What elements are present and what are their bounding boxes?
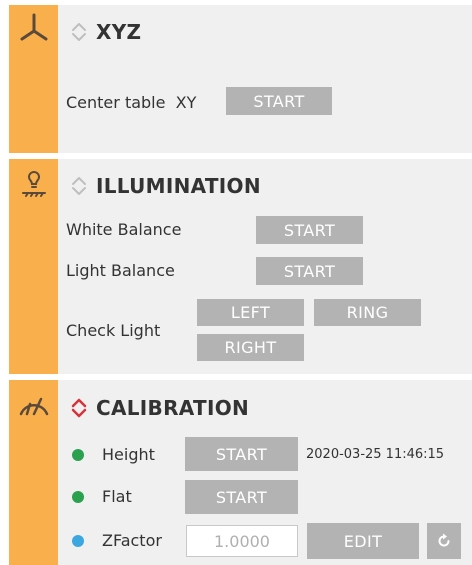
xyz-panel: XYZ Center table XY START [9,5,472,153]
chevron-up-down-icon[interactable] [68,174,90,198]
illumination-panel: ILLUMINATION White Balance START Light B… [9,159,472,374]
height-label: Height [102,445,155,464]
white-balance-label: White Balance [66,220,182,239]
check-light-ring-button[interactable]: RING [314,299,421,326]
lamp-icon [22,171,46,197]
flat-label: Flat [102,487,132,506]
zfactor-label: ZFactor [102,531,162,550]
zfactor-reset-button[interactable] [427,523,461,559]
zfactor-input[interactable]: 1.0000 [186,525,298,557]
light-balance-start-button[interactable]: START [256,257,363,285]
calibration-title: CALIBRATION [96,396,250,420]
chevron-up-down-icon[interactable] [68,20,90,44]
light-balance-label: Light Balance [66,261,175,280]
gauge-icon [19,397,49,416]
xyz-header[interactable]: XYZ [68,15,141,49]
check-light-right-button[interactable]: RIGHT [197,334,304,361]
check-light-label: Check Light [66,321,161,340]
illumination-accent-strip [9,159,58,374]
xyz-title: XYZ [96,20,142,44]
center-table-label: Center table XY [66,93,197,112]
calibration-panel: CALIBRATION Height START 2020-03-25 11:4… [9,380,472,565]
chevron-up-down-icon[interactable] [68,396,90,420]
illumination-header[interactable]: ILLUMINATION [68,169,261,203]
height-timestamp: 2020-03-25 11:46:15 [306,447,445,462]
check-light-left-button[interactable]: LEFT [197,299,304,326]
reset-icon [438,533,450,547]
axes-icon [20,13,48,41]
height-start-button[interactable]: START [185,437,298,471]
white-balance-start-button[interactable]: START [256,216,363,244]
zfactor-edit-button[interactable]: EDIT [307,523,419,559]
zfactor-status-dot [72,535,84,547]
center-table-start-button[interactable]: START [226,87,332,115]
flat-status-dot [72,491,84,503]
calibration-header[interactable]: CALIBRATION [68,391,249,425]
illumination-title: ILLUMINATION [96,174,261,198]
height-status-dot [72,449,84,461]
flat-start-button[interactable]: START [185,480,298,514]
calibration-accent-strip [9,380,58,565]
xyz-accent-strip [9,5,58,153]
